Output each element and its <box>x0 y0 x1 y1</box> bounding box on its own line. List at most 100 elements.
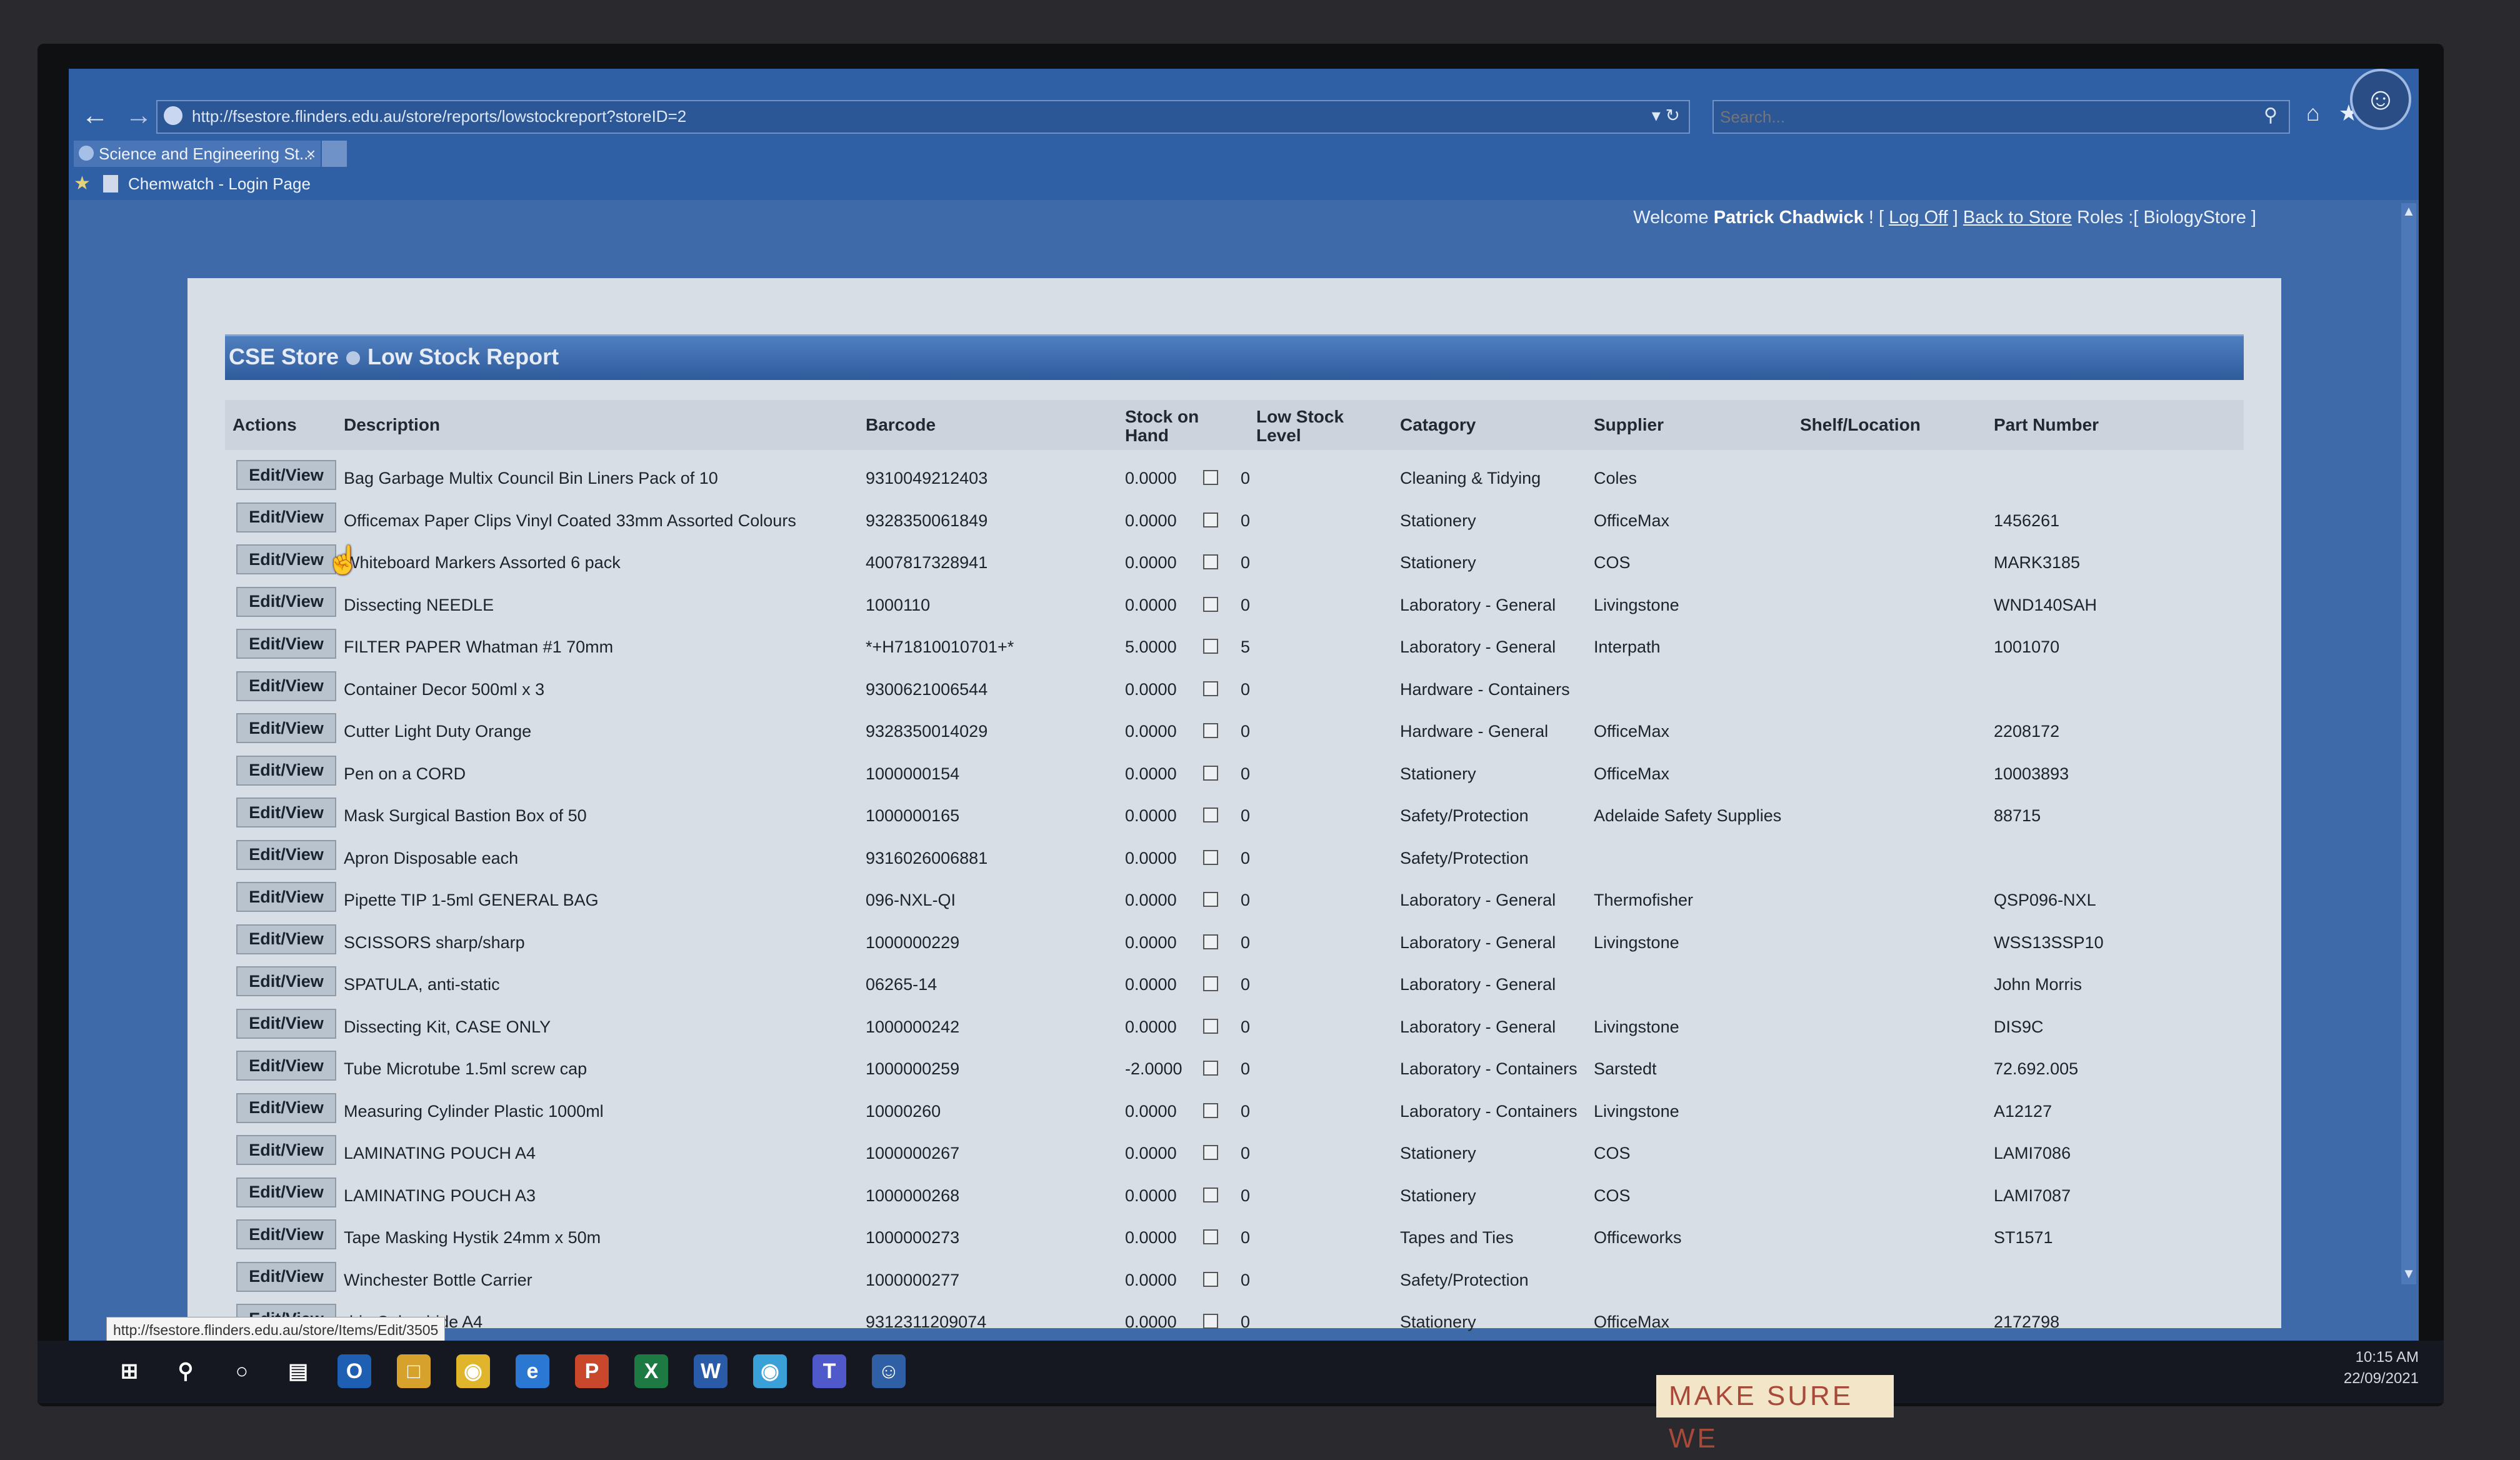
cortana-icon[interactable]: ○ <box>225 1354 259 1388</box>
column-header-part-number[interactable]: Part Number <box>1994 416 2099 434</box>
edit-view-button[interactable]: Edit/View <box>236 586 336 617</box>
edit-view-button[interactable]: Edit/View <box>236 1051 336 1081</box>
chrome-icon[interactable]: ◉ <box>456 1354 490 1388</box>
excel-icon[interactable]: X <box>634 1354 668 1388</box>
refresh-icon[interactable]: ▾ ↻ <box>1652 105 1680 126</box>
camera-icon[interactable]: ◉ <box>753 1354 787 1388</box>
tab-science-engineering[interactable]: Science and Engineering St... × <box>74 141 321 167</box>
page-scrollbar[interactable]: ▲ ▼ <box>2401 203 2416 1284</box>
word-icon[interactable]: W <box>694 1354 728 1388</box>
profile-avatar-icon[interactable]: ☺ <box>2350 69 2411 130</box>
internet-explorer-icon[interactable]: e <box>516 1354 549 1388</box>
low-stock-checkbox[interactable] <box>1203 470 1218 485</box>
cell-category: Laboratory - General <box>1400 595 1556 614</box>
low-stock-checkbox[interactable] <box>1203 596 1218 612</box>
windows-start-icon[interactable]: ⊞ <box>112 1354 146 1388</box>
table-row: Edit/View LAMINATING POUCH A4 1000000267 0.… <box>225 1131 2244 1174</box>
table-row: Edit/View FILTER PAPER Whatman #1 70mm *+H… <box>225 625 2244 668</box>
cell-low-stock-level: 0 <box>1241 1312 1251 1331</box>
low-stock-checkbox[interactable] <box>1203 1314 1218 1329</box>
cell-category: Stationery <box>1400 1144 1476 1162</box>
low-stock-checkbox[interactable] <box>1203 1018 1218 1034</box>
address-bar[interactable]: http://fsestore.flinders.edu.au/store/re… <box>156 100 1690 134</box>
edit-view-button[interactable]: Edit/View <box>236 1219 336 1249</box>
low-stock-checkbox[interactable] <box>1203 765 1218 781</box>
powerpoint-icon[interactable]: P <box>575 1354 609 1388</box>
column-header-low-stock-level[interactable]: Low Stock Level <box>1256 408 1356 445</box>
cell-low-stock-level: 0 <box>1241 469 1251 488</box>
system-clock[interactable]: 10:15 AM 22/09/2021 <box>2344 1347 2419 1389</box>
edit-view-button[interactable]: Edit/View <box>236 924 336 954</box>
cell-supplier: Officeworks <box>1594 1228 1682 1247</box>
low-stock-checkbox[interactable] <box>1203 976 1218 991</box>
low-stock-checkbox[interactable] <box>1203 1145 1218 1160</box>
low-stock-checkbox[interactable] <box>1203 808 1218 822</box>
edit-view-button[interactable]: Edit/View <box>236 1177 336 1208</box>
forward-arrow-icon[interactable]: → <box>120 97 158 134</box>
edit-view-button[interactable]: Edit/View <box>236 1092 336 1123</box>
low-stock-checkbox[interactable] <box>1203 681 1218 696</box>
column-header-category[interactable]: Catagory <box>1400 416 1476 434</box>
cell-stock-on-hand: 0.0000 <box>1125 1017 1177 1036</box>
task-view-icon[interactable]: ▤ <box>281 1354 315 1388</box>
low-stock-checkbox[interactable] <box>1203 849 1218 865</box>
cell-part-number: 10003893 <box>1994 764 2069 783</box>
edit-view-button[interactable]: Edit/View <box>236 1008 336 1039</box>
edit-view-button[interactable]: Edit/View <box>236 502 336 532</box>
edit-view-button[interactable]: Edit/View <box>236 966 336 996</box>
column-header-shelf-location[interactable]: Shelf/Location <box>1800 416 1921 434</box>
low-stock-checkbox[interactable] <box>1203 512 1218 528</box>
column-header-description[interactable]: Description <box>344 416 440 434</box>
column-header-supplier[interactable]: Supplier <box>1594 416 1664 434</box>
scroll-up-icon[interactable]: ▲ <box>2401 203 2416 222</box>
low-stock-checkbox[interactable] <box>1203 1102 1218 1118</box>
low-stock-checkbox[interactable] <box>1203 892 1218 907</box>
low-stock-checkbox[interactable] <box>1203 1061 1218 1076</box>
favorite-link-chemwatch[interactable]: Chemwatch - Login Page <box>128 174 311 194</box>
edit-view-button[interactable]: Edit/View <box>236 882 336 912</box>
welcome-prefix: Welcome <box>1633 208 1709 228</box>
cell-supplier: Interpath <box>1594 638 1661 656</box>
scroll-down-icon[interactable]: ▼ <box>2401 1266 2416 1284</box>
edit-view-button[interactable]: Edit/View <box>236 544 336 574</box>
app-icon[interactable]: ☺ <box>872 1354 906 1388</box>
cell-supplier: OfficeMax <box>1594 722 1670 741</box>
low-stock-checkbox[interactable] <box>1203 1187 1218 1202</box>
teams-icon[interactable]: T <box>812 1354 846 1388</box>
low-stock-checkbox[interactable] <box>1203 639 1218 654</box>
outlook-icon[interactable]: O <box>338 1354 371 1388</box>
column-header-barcode[interactable]: Barcode <box>866 416 936 434</box>
breadcrumb-store[interactable]: CSE Store <box>229 344 339 369</box>
table-row: Edit/View Container Decor 500ml x 3 930062… <box>225 668 2244 710</box>
edit-view-button[interactable]: Edit/View <box>236 1261 336 1292</box>
back-to-store-link[interactable]: Back to Store <box>1963 208 2072 228</box>
search-icon[interactable]: ⚲ <box>2264 104 2278 126</box>
search-input[interactable] <box>1719 105 2234 129</box>
new-tab-button[interactable] <box>322 141 347 167</box>
address-url[interactable]: http://fsestore.flinders.edu.au/store/re… <box>192 107 686 126</box>
edit-view-button[interactable]: Edit/View <box>236 1135 336 1165</box>
edit-view-button[interactable]: Edit/View <box>236 460 336 490</box>
edit-view-button[interactable]: Edit/View <box>236 629 336 659</box>
edit-view-button[interactable]: Edit/View <box>236 713 336 743</box>
column-header-stock-on-hand[interactable]: Stock on Hand <box>1125 408 1219 445</box>
edit-view-button[interactable]: Edit/View <box>236 839 336 870</box>
back-arrow-icon[interactable]: ← <box>76 97 114 134</box>
cell-low-stock-level: 0 <box>1241 1228 1251 1247</box>
edit-view-button[interactable]: Edit/View <box>236 798 336 828</box>
low-stock-checkbox[interactable] <box>1203 934 1218 949</box>
log-off-link[interactable]: Log Off <box>1889 208 1948 228</box>
low-stock-checkbox[interactable] <box>1203 1229 1218 1244</box>
home-icon[interactable]: ⌂ <box>2306 100 2320 126</box>
edit-view-button[interactable]: Edit/View <box>236 755 336 786</box>
favorites-star-icon[interactable]: ★ <box>74 172 91 194</box>
edit-view-button[interactable]: Edit/View <box>236 671 336 701</box>
search-box[interactable]: ⚲ <box>1712 100 2290 134</box>
low-stock-checkbox[interactable] <box>1203 1271 1218 1287</box>
low-stock-checkbox[interactable] <box>1203 723 1218 738</box>
low-stock-checkbox[interactable] <box>1203 554 1218 569</box>
search-icon[interactable]: ⚲ <box>169 1354 202 1388</box>
tab-close-icon[interactable]: × <box>306 141 316 167</box>
cell-category: Laboratory - Containers <box>1400 1101 1578 1121</box>
file-explorer-icon[interactable]: □ <box>397 1354 431 1388</box>
